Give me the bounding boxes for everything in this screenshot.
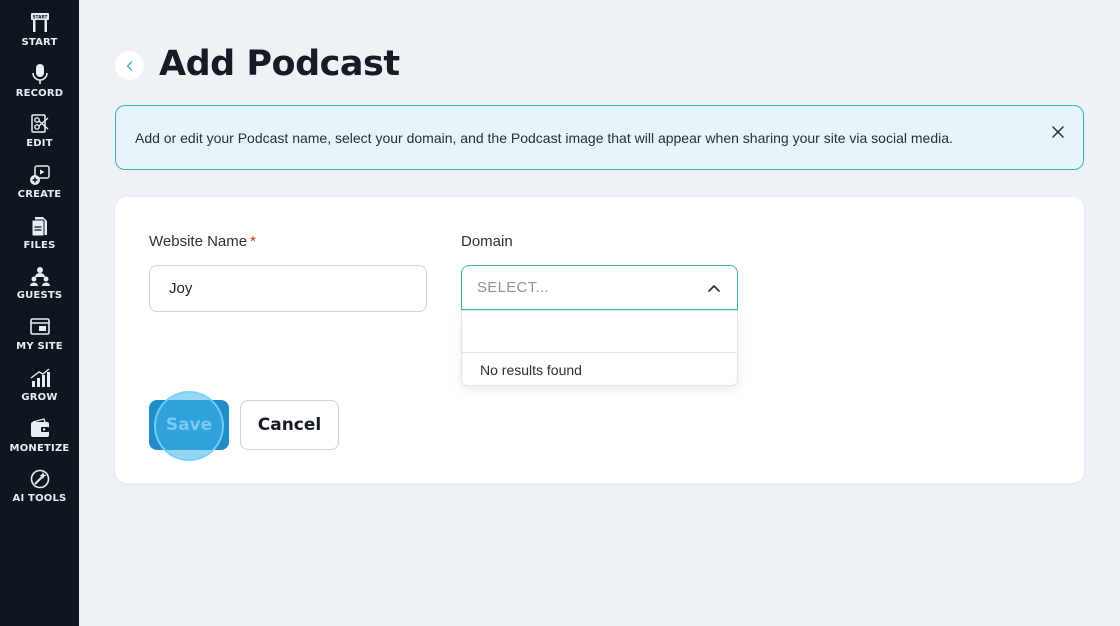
sidebar-item-label: FILES	[23, 239, 56, 251]
website-name-label: Website Name *	[149, 233, 256, 250]
files-icon	[31, 216, 47, 237]
chevron-up-icon	[708, 285, 720, 292]
chevron-left-icon	[126, 60, 132, 71]
dropdown-search-input[interactable]	[462, 311, 737, 353]
sidebar-item-start[interactable]: START START	[0, 12, 79, 63]
close-icon[interactable]	[1050, 124, 1066, 140]
page-title: Add Podcast	[159, 44, 400, 84]
monetize-icon	[30, 417, 49, 437]
grow-icon	[30, 368, 50, 387]
save-button[interactable]: Save	[149, 400, 229, 450]
sidebar-item-label: MY SITE	[16, 341, 63, 353]
cancel-button[interactable]: Cancel	[240, 400, 339, 450]
website-name-input[interactable]	[149, 265, 427, 312]
sidebar-item-edit[interactable]: EDIT	[0, 113, 79, 164]
domain-label: Domain	[461, 233, 513, 250]
sidebar-item-label: GUESTS	[16, 290, 63, 302]
my-site-icon	[29, 318, 50, 335]
sidebar-item-label: AI TOOLS	[12, 493, 67, 505]
info-banner-text: Add or edit your Podcast name, select yo…	[135, 129, 953, 146]
sidebar-item-label: START	[21, 37, 58, 48]
info-banner: Add or edit your Podcast name, select yo…	[115, 105, 1084, 170]
domain-select-placeholder: SELECT...	[477, 279, 549, 296]
create-icon	[29, 165, 50, 186]
sidebar-item-my-site[interactable]: MY SITE	[0, 316, 79, 367]
sidebar-item-label: EDIT	[26, 138, 53, 150]
sidebar-item-label: MONETIZE	[9, 442, 70, 454]
microphone-icon	[31, 63, 48, 84]
sidebar-item-record[interactable]: RECORD	[0, 63, 79, 114]
sidebar-item-label: CREATE	[17, 189, 62, 201]
sidebar-item-files[interactable]: FILES	[0, 215, 79, 266]
domain-dropdown: No results found	[461, 310, 738, 386]
guests-icon	[29, 267, 50, 287]
sidebar-item-grow[interactable]: GROW	[0, 367, 79, 418]
sidebar-item-create[interactable]: CREATE	[0, 164, 79, 215]
sidebar-item-label: RECORD	[15, 87, 64, 99]
sidebar-item-ai-tools[interactable]: AI TOOLS	[0, 468, 79, 519]
back-button[interactable]	[115, 51, 144, 80]
edit-icon	[30, 114, 48, 134]
domain-select[interactable]: SELECT...	[461, 265, 738, 310]
svg-text:START: START	[32, 15, 47, 20]
sidebar: START START RECORD EDIT CREATE FILES GUE…	[0, 0, 79, 626]
start-icon: START	[30, 13, 49, 32]
sidebar-item-monetize[interactable]: MONETIZE	[0, 417, 79, 469]
no-results-text: No results found	[480, 362, 582, 378]
ai-tools-icon	[30, 469, 49, 489]
sidebar-item-label: GROW	[21, 391, 58, 403]
website-name-label-text: Website Name	[149, 233, 248, 250]
required-marker: *	[250, 233, 256, 250]
sidebar-item-guests[interactable]: GUESTS	[0, 265, 79, 316]
